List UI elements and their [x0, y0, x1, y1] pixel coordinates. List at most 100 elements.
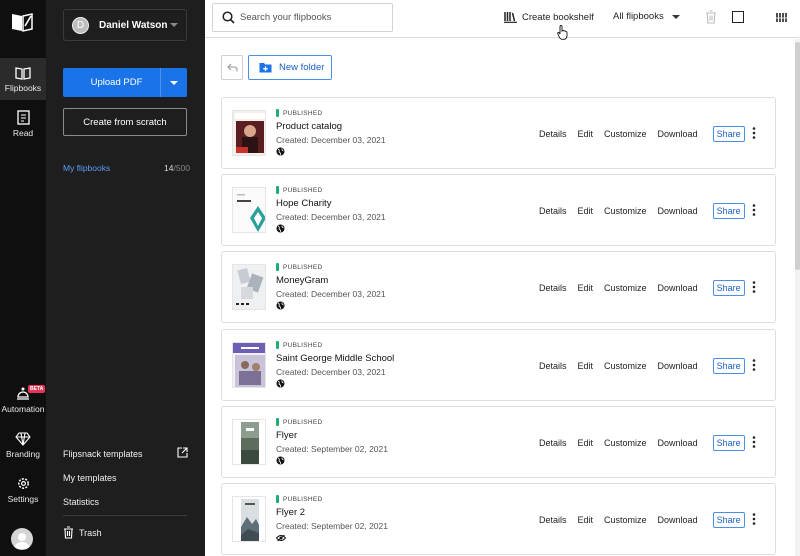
- rail-item-read[interactable]: Read: [0, 110, 46, 138]
- flipbook-thumbnail[interactable]: [232, 419, 266, 465]
- flipbook-title[interactable]: Flyer 2: [276, 507, 388, 518]
- flipbook-thumbnail[interactable]: [232, 264, 266, 310]
- my-flipbooks-item[interactable]: My flipbooks 14/500: [63, 163, 190, 173]
- created-date: Created: December 03, 2021: [276, 367, 386, 377]
- flipbook-row[interactable]: PUBLISHED MoneyGram Created: December 03…: [221, 251, 776, 323]
- flipbook-title[interactable]: Product catalog: [276, 121, 386, 132]
- flipbook-thumbnail[interactable]: [232, 110, 266, 156]
- details-button[interactable]: Details: [539, 361, 567, 371]
- flipbook-title[interactable]: MoneyGram: [276, 275, 386, 286]
- flipbook-thumbnail[interactable]: [232, 342, 266, 388]
- rail-item-label: Automation: [1, 404, 45, 414]
- flipbook-title[interactable]: Hope Charity: [276, 198, 386, 209]
- grid-view-icon[interactable]: [776, 12, 787, 23]
- back-button[interactable]: [221, 55, 243, 80]
- edit-button[interactable]: Edit: [578, 206, 594, 216]
- flipbook-thumbnail[interactable]: [232, 496, 266, 542]
- edit-button[interactable]: Edit: [578, 129, 594, 139]
- more-options-icon[interactable]: [752, 204, 756, 216]
- upload-pdf-label: Upload PDF: [90, 77, 143, 88]
- chevron-down-icon: [671, 14, 680, 19]
- flipbook-row[interactable]: PUBLISHED Product catalog Created: Decem…: [221, 97, 776, 169]
- gear-icon: [17, 478, 29, 489]
- flipbook-list-area: New folder PUBLISHED Product catalog Cre…: [205, 39, 795, 556]
- create-from-scratch-button[interactable]: Create from scratch: [63, 108, 187, 136]
- edit-button[interactable]: Edit: [578, 361, 594, 371]
- flipbook-count: 14/500: [163, 163, 190, 173]
- flipbook-filter-dropdown[interactable]: All flipbooks: [613, 11, 680, 22]
- details-button[interactable]: Details: [539, 283, 567, 293]
- search-box[interactable]: [212, 3, 393, 32]
- more-options-icon[interactable]: [752, 127, 756, 139]
- flipbook-title[interactable]: Flyer: [276, 430, 388, 441]
- more-options-icon[interactable]: [752, 359, 756, 371]
- share-button[interactable]: Share: [712, 203, 745, 219]
- details-button[interactable]: Details: [539, 438, 567, 448]
- flipbook-row[interactable]: PUBLISHED Flyer Created: September 02, 2…: [221, 406, 776, 478]
- flipbook-thumbnail[interactable]: [232, 187, 266, 233]
- share-button[interactable]: Share: [712, 358, 745, 374]
- my-templates-link[interactable]: My templates: [63, 473, 117, 483]
- trash-link[interactable]: Trash: [63, 526, 102, 539]
- share-button[interactable]: Share: [712, 280, 745, 296]
- edit-button[interactable]: Edit: [578, 515, 594, 525]
- customize-button[interactable]: Customize: [604, 283, 647, 293]
- customize-button[interactable]: Customize: [604, 206, 647, 216]
- edit-button[interactable]: Edit: [578, 283, 594, 293]
- download-button[interactable]: Download: [658, 361, 698, 371]
- flipsnack-logo-icon[interactable]: [11, 12, 33, 32]
- download-button[interactable]: Download: [658, 515, 698, 525]
- more-options-icon[interactable]: [752, 513, 756, 525]
- flipsnack-templates-link[interactable]: Flipsnack templates: [63, 449, 143, 459]
- icon-rail: Flipbooks Read BETA Automation Branding …: [0, 0, 46, 556]
- rail-item-automation[interactable]: BETA Automation: [0, 385, 46, 414]
- flipbook-row[interactable]: PUBLISHED Saint George Middle School Cre…: [221, 329, 776, 401]
- share-button[interactable]: Share: [712, 512, 745, 528]
- account-avatar[interactable]: [11, 528, 33, 550]
- upload-options-button[interactable]: [161, 80, 187, 85]
- customize-button[interactable]: Customize: [604, 515, 647, 525]
- created-date: Created: December 03, 2021: [276, 212, 386, 222]
- more-options-icon[interactable]: [752, 281, 756, 293]
- folder-plus-icon: [259, 63, 272, 73]
- flipbook-title[interactable]: Saint George Middle School: [276, 353, 394, 364]
- rail-item-flipbooks[interactable]: Flipbooks: [0, 58, 46, 100]
- more-options-icon[interactable]: [752, 436, 756, 448]
- share-button[interactable]: Share: [712, 126, 745, 142]
- user-switcher[interactable]: D Daniel Watson: [63, 9, 187, 41]
- details-button[interactable]: Details: [539, 129, 567, 139]
- customize-button[interactable]: Customize: [604, 129, 647, 139]
- flipbook-row[interactable]: PUBLISHED Flyer 2 Created: September 02,…: [221, 483, 776, 555]
- customize-button[interactable]: Customize: [604, 438, 647, 448]
- search-input[interactable]: [240, 12, 380, 23]
- flipbook-row[interactable]: PUBLISHED Hope Charity Created: December…: [221, 174, 776, 246]
- select-all-checkbox[interactable]: [732, 11, 744, 23]
- trash-icon[interactable]: [705, 10, 717, 24]
- user-avatar: D: [72, 16, 89, 34]
- rail-item-branding[interactable]: Branding: [0, 432, 46, 459]
- details-button[interactable]: Details: [539, 515, 567, 525]
- create-bookshelf-button[interactable]: Create bookshelf: [504, 11, 594, 23]
- status-badge: PUBLISHED: [276, 495, 388, 503]
- new-folder-button[interactable]: New folder: [248, 55, 332, 80]
- trash-label: Trash: [79, 527, 102, 538]
- edit-button[interactable]: Edit: [578, 438, 594, 448]
- customize-button[interactable]: Customize: [604, 361, 647, 371]
- download-button[interactable]: Download: [658, 283, 698, 293]
- download-button[interactable]: Download: [658, 129, 698, 139]
- undo-arrow-icon: [226, 63, 238, 72]
- new-folder-label: New folder: [279, 62, 325, 73]
- external-link-icon[interactable]: [177, 447, 188, 458]
- scrollbar-thumb[interactable]: [795, 42, 800, 270]
- chevron-down-icon: [170, 23, 178, 27]
- status-badge: PUBLISHED: [276, 341, 394, 349]
- upload-pdf-button[interactable]: Upload PDF: [63, 68, 187, 97]
- rail-item-settings[interactable]: Settings: [0, 476, 46, 504]
- download-button[interactable]: Download: [658, 206, 698, 216]
- share-button[interactable]: Share: [712, 435, 745, 451]
- details-button[interactable]: Details: [539, 206, 567, 216]
- download-button[interactable]: Download: [658, 438, 698, 448]
- statistics-link[interactable]: Statistics: [63, 497, 99, 507]
- filter-label: All flipbooks: [613, 11, 664, 22]
- rail-item-label: Branding: [5, 449, 41, 459]
